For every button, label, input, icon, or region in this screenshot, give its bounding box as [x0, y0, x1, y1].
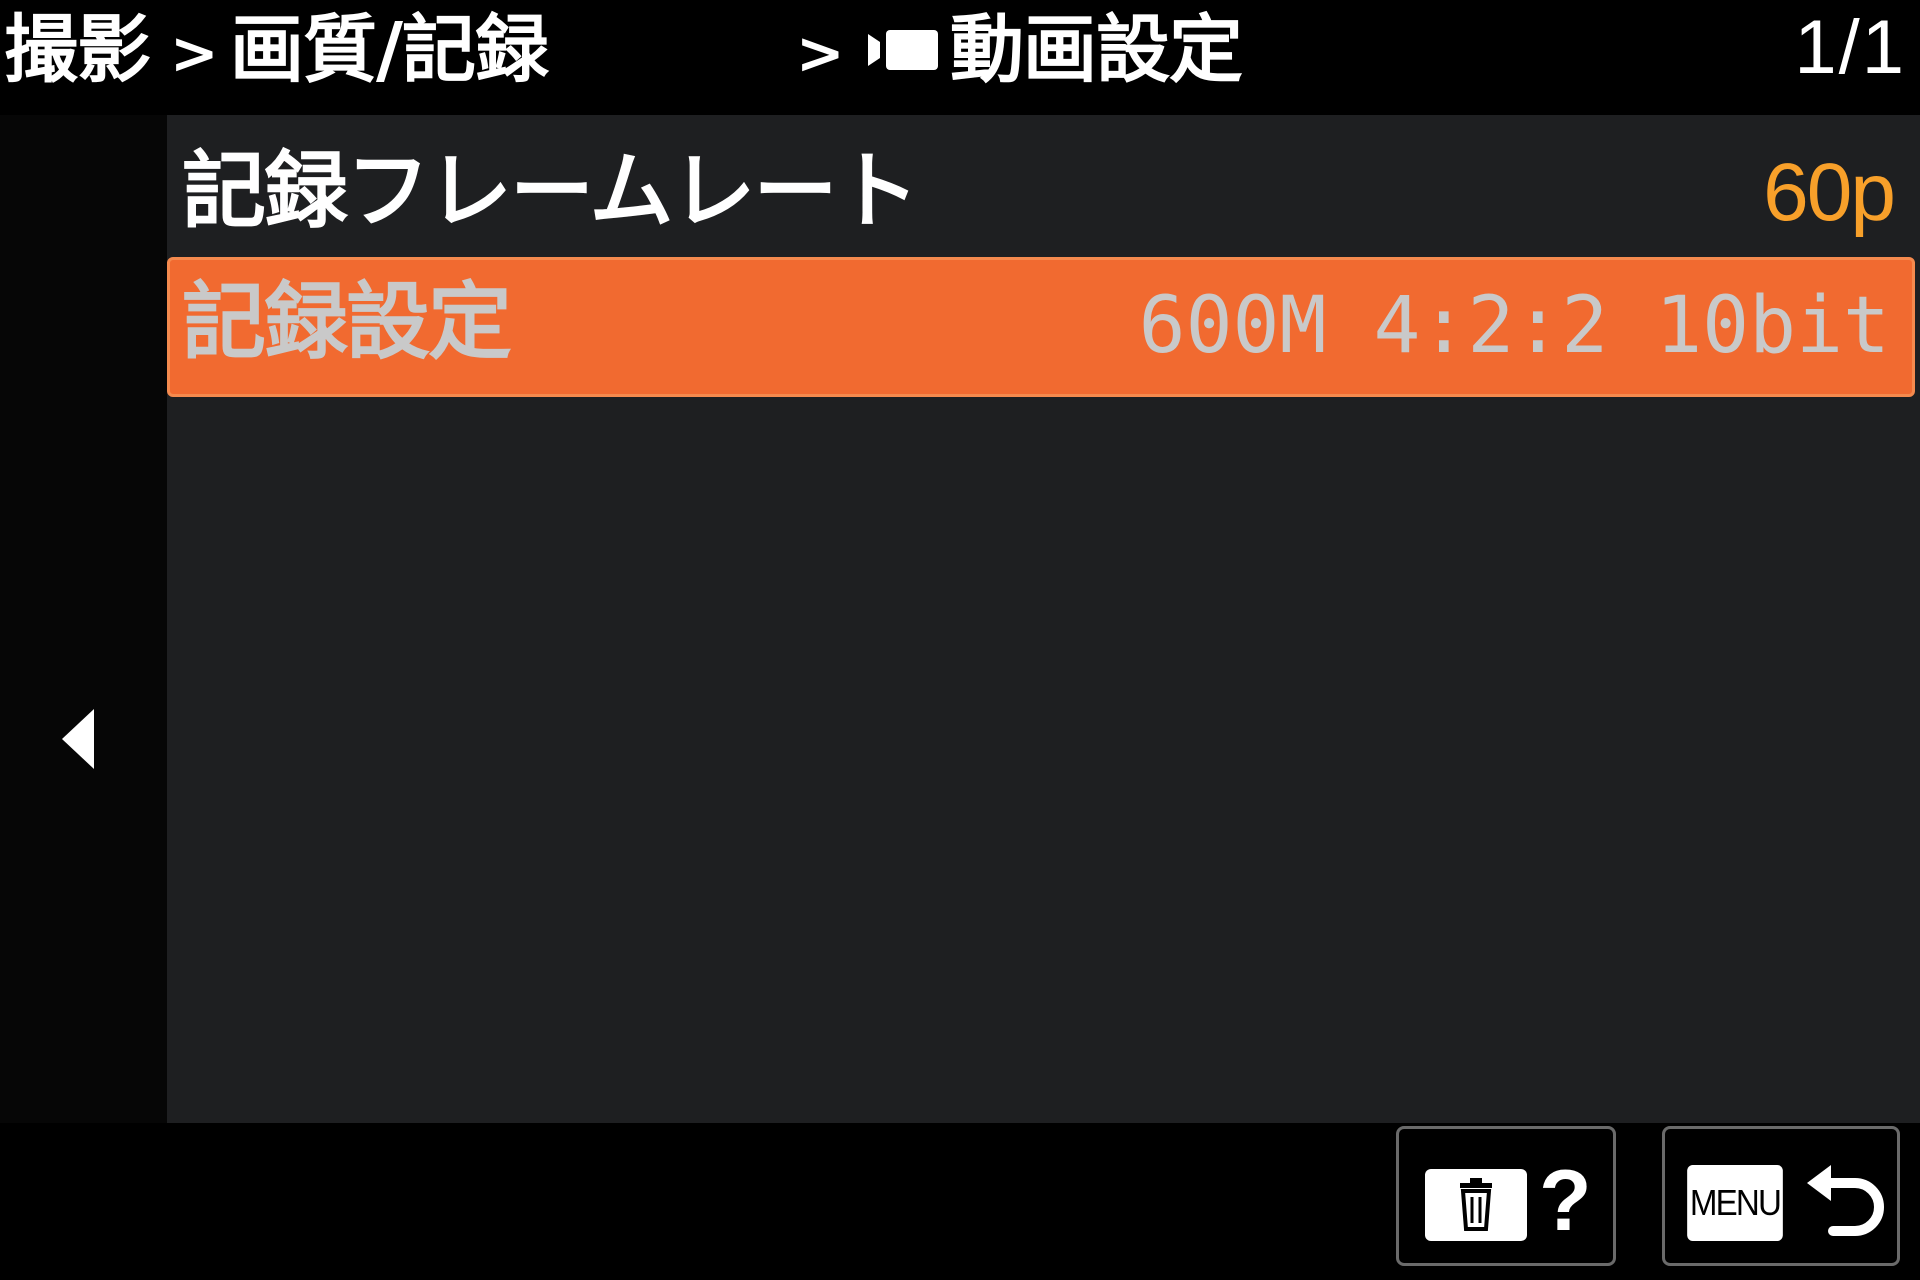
page-title: 動画設定 — [950, 7, 1243, 93]
left-arrow-icon[interactable] — [62, 709, 94, 769]
help-icon: ? — [1539, 1153, 1592, 1249]
breadcrumb-separator: > — [796, 19, 845, 87]
camera-menu-screen: 撮影 > 画質/記録 > 動画設定 1/1 記録フレームレート 60p 記録設定… — [0, 0, 1920, 1280]
breadcrumb-shooting[interactable]: 撮影 — [4, 4, 151, 96]
menu-back-button[interactable]: MENU — [1662, 1126, 1900, 1266]
movie-mode-icon — [868, 30, 938, 70]
menu-label: MENU — [1687, 1165, 1783, 1241]
breadcrumb: 撮影 > 画質/記録 > 動画設定 1/1 — [0, 0, 1920, 115]
delete-help-button[interactable]: ? — [1396, 1126, 1616, 1266]
left-nav-column — [0, 115, 167, 1123]
menu-item-record-frame-rate[interactable]: 記録フレームレート 60p — [167, 123, 1920, 261]
menu-item-record-setting[interactable]: 記録設定 600M 4:2:2 10bit — [167, 257, 1915, 397]
return-arrow-icon — [1807, 1165, 1884, 1236]
breadcrumb-image-quality-recording[interactable]: 画質/記録 — [230, 4, 549, 96]
menu-item-label: 記録設定 — [182, 273, 512, 371]
trash-icon — [1425, 1169, 1527, 1241]
menu-item-value: 600M 4:2:2 10bit — [1138, 281, 1890, 371]
menu-list: 記録フレームレート 60p 記録設定 600M 4:2:2 10bit — [167, 115, 1920, 1123]
menu-item-label: 記録フレームレート — [182, 142, 919, 240]
bottom-bar — [0, 1123, 1920, 1280]
page-indicator: 1/1 — [1794, 5, 1906, 90]
breadcrumb-separator: > — [170, 19, 219, 87]
menu-item-value: 60p — [1763, 147, 1896, 238]
